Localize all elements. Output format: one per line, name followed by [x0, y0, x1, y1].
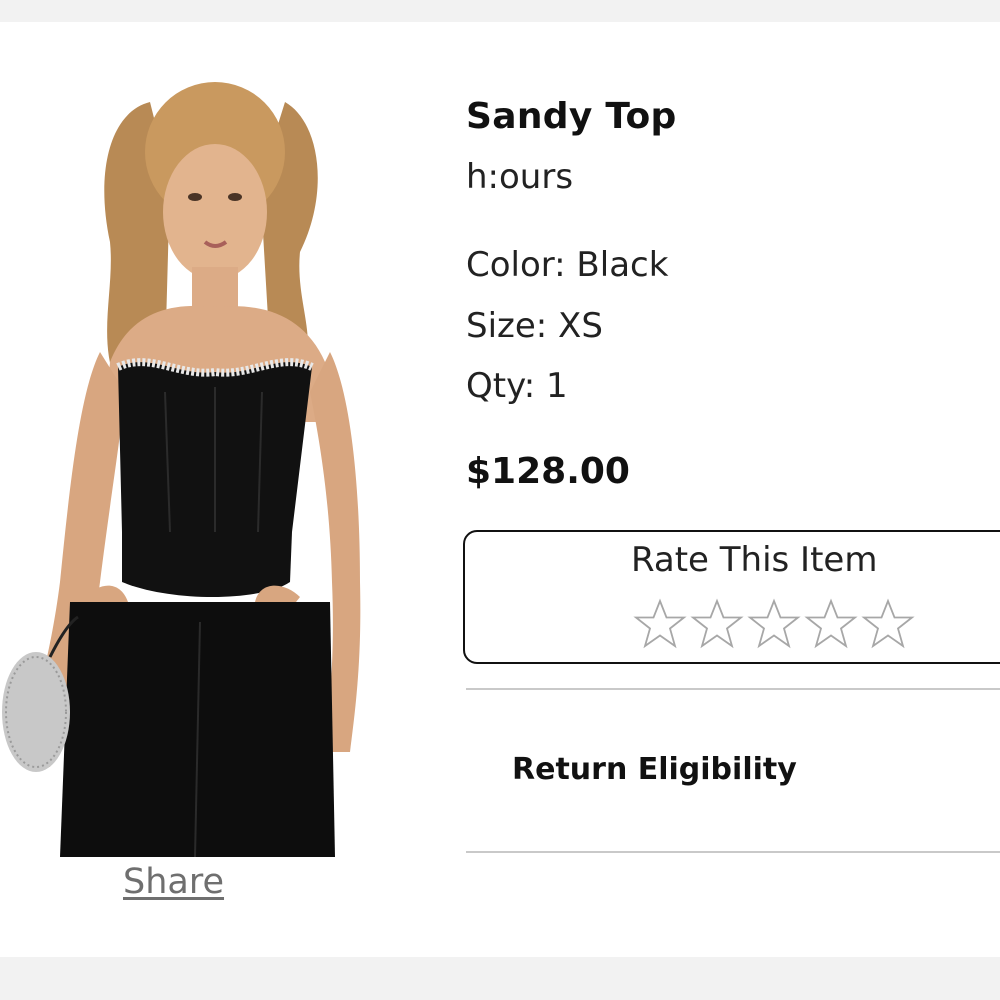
- rate-item-label: Rate This Item: [631, 540, 878, 580]
- product-brand[interactable]: h:ours: [466, 157, 573, 197]
- section-divider: [466, 851, 1000, 853]
- return-eligibility-link[interactable]: Return Eligibility: [512, 752, 797, 787]
- product-title[interactable]: Sandy Top: [466, 96, 677, 137]
- product-color: Color: Black: [466, 245, 669, 285]
- product-quantity: Qty: 1: [466, 366, 568, 406]
- model-photo-illustration: [0, 62, 380, 857]
- star-outline-icon[interactable]: [633, 598, 687, 650]
- page-footer-strip: [0, 957, 1000, 1000]
- product-price: $128.00: [466, 451, 630, 492]
- section-divider: [466, 688, 1000, 690]
- rate-item-panel: Rate This Item: [463, 530, 1000, 664]
- star-rating: [633, 598, 915, 650]
- product-size: Size: XS: [466, 306, 603, 346]
- star-outline-icon[interactable]: [690, 598, 744, 650]
- star-outline-icon[interactable]: [861, 598, 915, 650]
- product-image[interactable]: [0, 62, 380, 857]
- star-outline-icon[interactable]: [804, 598, 858, 650]
- share-link[interactable]: Share: [123, 862, 224, 902]
- star-outline-icon[interactable]: [747, 598, 801, 650]
